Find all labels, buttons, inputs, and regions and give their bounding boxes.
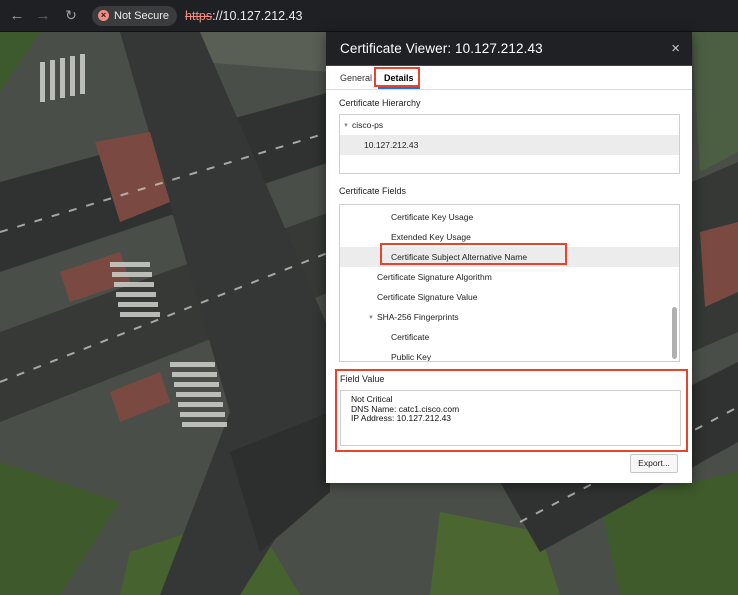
fields-label: Certificate Fields — [339, 186, 407, 196]
field-item[interactable]: Certificate Signature Value — [340, 287, 679, 307]
hierarchy-item-leaf[interactable]: 10.127.212.43 — [340, 135, 679, 155]
fields-scrollbar[interactable] — [671, 207, 677, 359]
expand-triangle-icon[interactable]: ▼ — [343, 116, 349, 136]
dialog-header: Certificate Viewer: 10.127.212.43 × — [326, 32, 692, 66]
reload-icon[interactable]: ↻ — [60, 7, 82, 24]
san-field-highlight — [380, 243, 567, 265]
hierarchy-label: Certificate Hierarchy — [339, 98, 421, 108]
expand-triangle-icon[interactable]: ▼ — [368, 308, 374, 328]
field-value-text: Not Critical DNS Name: catc1.cisco.com I… — [351, 394, 460, 423]
not-secure-icon: × — [98, 10, 109, 21]
security-chip[interactable]: × Not Secure — [92, 5, 178, 26]
url-host: ://10.127.212.43 — [212, 8, 303, 23]
field-value-label: Field Value — [340, 374, 385, 384]
field-value-box[interactable]: Not Critical DNS Name: catc1.cisco.com I… — [340, 390, 681, 446]
tab-general[interactable]: General — [338, 73, 378, 89]
field-item[interactable]: Certificate Key Usage — [340, 207, 679, 227]
field-item-group[interactable]: ▼ SHA-256 Fingerprints — [340, 307, 679, 327]
field-item[interactable]: Public Key — [340, 347, 679, 361]
hierarchy-item-root[interactable]: ▼ cisco-ps — [340, 115, 679, 135]
hierarchy-tree: ▼ cisco-ps 10.127.212.43 — [339, 114, 680, 174]
certificate-viewer-dialog: Certificate Viewer: 10.127.212.43 × Gene… — [326, 32, 692, 483]
forward-arrow-icon[interactable]: → — [32, 7, 54, 24]
details-tab-highlight — [374, 67, 420, 87]
field-item[interactable]: Certificate Signature Algorithm — [340, 267, 679, 287]
close-icon[interactable]: × — [671, 40, 680, 57]
dialog-title: Certificate Viewer: 10.127.212.43 — [340, 41, 543, 56]
field-item[interactable]: Certificate — [340, 327, 679, 347]
security-label: Not Secure — [114, 9, 170, 22]
url-scheme: https — [185, 8, 213, 23]
export-button[interactable]: Export... — [630, 454, 678, 473]
browser-toolbar: ← → ↻ × Not Secure https ://10.127.212.4… — [0, 0, 738, 32]
back-arrow-icon[interactable]: ← — [6, 7, 28, 24]
address-bar[interactable]: https ://10.127.212.43 — [185, 9, 302, 23]
fields-scrollbar-thumb[interactable] — [672, 307, 677, 359]
fields-tree: Certificate Key Usage Extended Key Usage… — [339, 204, 680, 362]
